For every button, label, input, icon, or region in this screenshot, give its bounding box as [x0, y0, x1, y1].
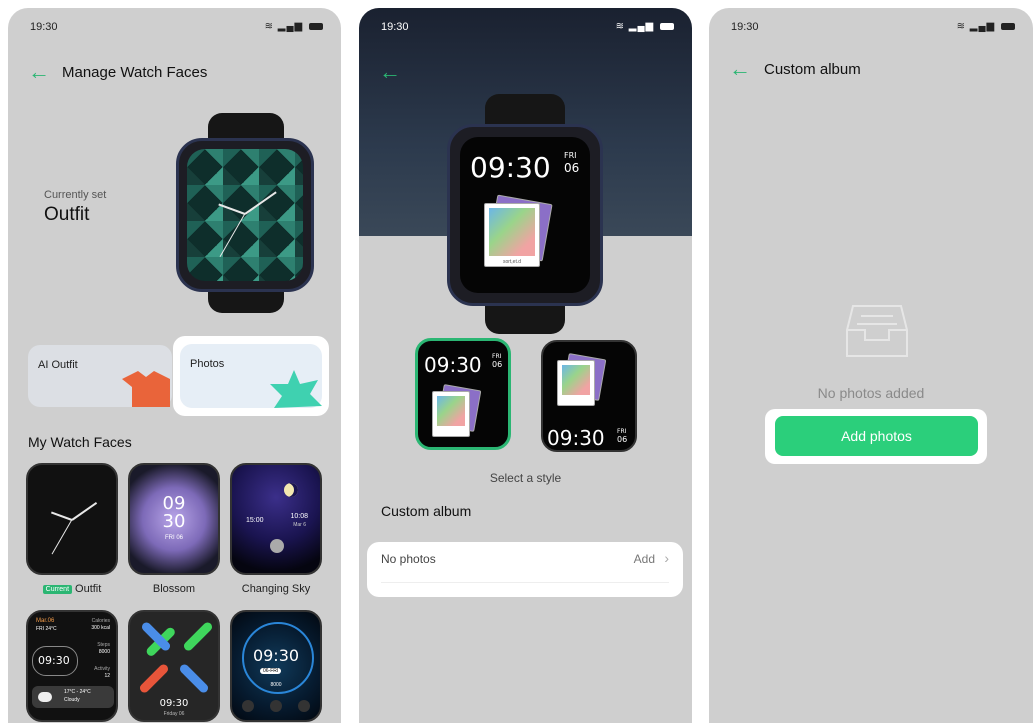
back-arrow-icon[interactable]: ←	[729, 58, 751, 80]
status-bar: 19:30 ≋ ▂▄▆	[30, 21, 323, 35]
back-arrow-icon[interactable]: ←	[28, 61, 50, 83]
signal-icon: ▂▄▆	[277, 21, 304, 32]
face-blossom-caption: Blossom	[152, 583, 196, 595]
select-style-label: Select a style	[489, 471, 562, 485]
no-photos-label: No photos	[381, 552, 436, 566]
face-blossom[interactable]: 09 30 FRI 06	[128, 463, 220, 575]
signal-icon: ▂▄▆	[628, 21, 655, 32]
empty-tray-icon	[846, 305, 908, 357]
photos-tile[interactable]: Photos	[180, 344, 322, 408]
status-time: 19:30	[381, 21, 409, 33]
shirt-icon	[122, 371, 170, 407]
face-changing-sky[interactable]: 15:00 10:08 Mar 6	[230, 463, 322, 575]
custom-album-title: Custom album	[381, 503, 472, 519]
wifi-icon: ≋	[956, 21, 966, 32]
photo-face-setup-screen: 19:30 ≋ ▂▄▆ ← 09:30 FRI 06 sort,et.d 09:…	[359, 8, 692, 723]
currently-set-label: Currently set	[44, 189, 107, 201]
chevron-right-icon: ›	[664, 550, 669, 566]
custom-album-row[interactable]: No photos Add ›	[367, 542, 683, 597]
status-bar: 19:30 ≋ ▂▄▆	[381, 21, 674, 35]
moon-icon	[284, 483, 298, 497]
status-time: 19:30	[731, 21, 759, 33]
add-link[interactable]: Add	[634, 552, 655, 566]
back-arrow-icon[interactable]: ←	[379, 61, 401, 83]
hero-watch-preview: 09:30 FRI 06 sort,et.d	[447, 94, 603, 334]
wifi-icon: ≋	[264, 21, 274, 32]
battery-icon	[660, 22, 674, 30]
photo-stack-icon	[432, 391, 470, 437]
alarm-icon	[242, 700, 254, 712]
star-photo-icon	[270, 370, 322, 408]
status-icons: ≋ ▂▄▆	[957, 21, 1015, 32]
face-outfit-caption: Current Outfit	[23, 583, 121, 595]
manage-watch-faces-screen: 19:30 ≋ ▂▄▆ ← Manage Watch Faces Current…	[8, 8, 341, 723]
face-sport[interactable]: 09:30 06-FRI 8000	[230, 610, 322, 722]
moon-phase-icon	[270, 539, 284, 553]
tools-icon	[270, 700, 282, 712]
heart-icon	[298, 700, 310, 712]
battery-icon	[309, 22, 323, 30]
photo-stack-icon	[557, 360, 595, 406]
face-info[interactable]: Mar.06 FRI 24°C Calories 300 kcal Steps …	[26, 610, 118, 722]
status-icons: ≋ ▂▄▆	[616, 21, 674, 32]
face-outfit[interactable]	[26, 463, 118, 575]
style-option-time-bottom[interactable]: 09:30 FRI 06	[541, 340, 637, 452]
current-face-name: Outfit	[44, 204, 90, 225]
add-photos-button[interactable]: Add photos	[775, 416, 978, 456]
empty-state-text: No photos added	[817, 385, 925, 401]
page-title: Custom album	[764, 61, 861, 78]
page-title: Manage Watch Faces	[62, 64, 208, 81]
current-watch-preview	[176, 113, 316, 313]
wifi-icon: ≋	[615, 21, 625, 32]
ai-outfit-label: AI Outfit	[38, 359, 78, 371]
status-icons: ≋ ▂▄▆	[265, 21, 323, 32]
ai-outfit-tile[interactable]: AI Outfit	[28, 345, 172, 407]
custom-album-screen: 19:30 ≋ ▂▄▆ ← Custom album No photos add…	[709, 8, 1033, 723]
face-changing-sky-caption: Changing Sky	[241, 583, 311, 595]
photos-label: Photos	[190, 358, 225, 370]
signal-icon: ▂▄▆	[969, 21, 996, 32]
status-time: 19:30	[30, 21, 58, 33]
face-x[interactable]: 09:30 Friday 06	[128, 610, 220, 722]
cloud-icon	[38, 692, 52, 702]
status-bar: 19:30 ≋ ▂▄▆	[731, 21, 1015, 35]
style-option-time-top[interactable]: 09:30 FRI 06	[415, 338, 511, 450]
battery-icon	[1001, 22, 1015, 30]
photo-stack-icon: sort,et.d	[484, 203, 540, 267]
my-watch-faces-title: My Watch Faces	[28, 434, 132, 450]
current-badge: Current	[42, 584, 73, 594]
